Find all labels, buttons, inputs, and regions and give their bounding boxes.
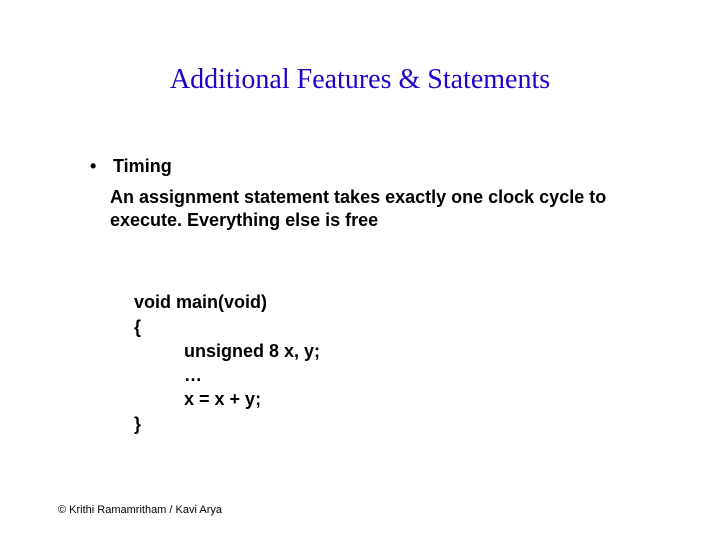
slide-title: Additional Features & Statements — [0, 64, 720, 96]
slide: Additional Features & Statements • Timin… — [0, 0, 720, 540]
code-line: … — [134, 365, 202, 385]
bullet-marker: • — [90, 156, 108, 177]
bullet-timing: • Timing — [90, 156, 172, 177]
code-line: } — [134, 414, 141, 434]
footer-credit: © Krithi Ramamritham / Kavi Arya — [58, 504, 222, 516]
code-line: { — [134, 317, 141, 337]
code-line: x = x + y; — [134, 389, 261, 409]
bullet-label: Timing — [113, 156, 172, 176]
code-line: unsigned 8 x, y; — [134, 341, 320, 361]
timing-description: An assignment statement takes exactly on… — [110, 186, 630, 231]
code-line: void main(void) — [134, 292, 267, 312]
code-block: void main(void) { unsigned 8 x, y; … x =… — [134, 266, 320, 436]
